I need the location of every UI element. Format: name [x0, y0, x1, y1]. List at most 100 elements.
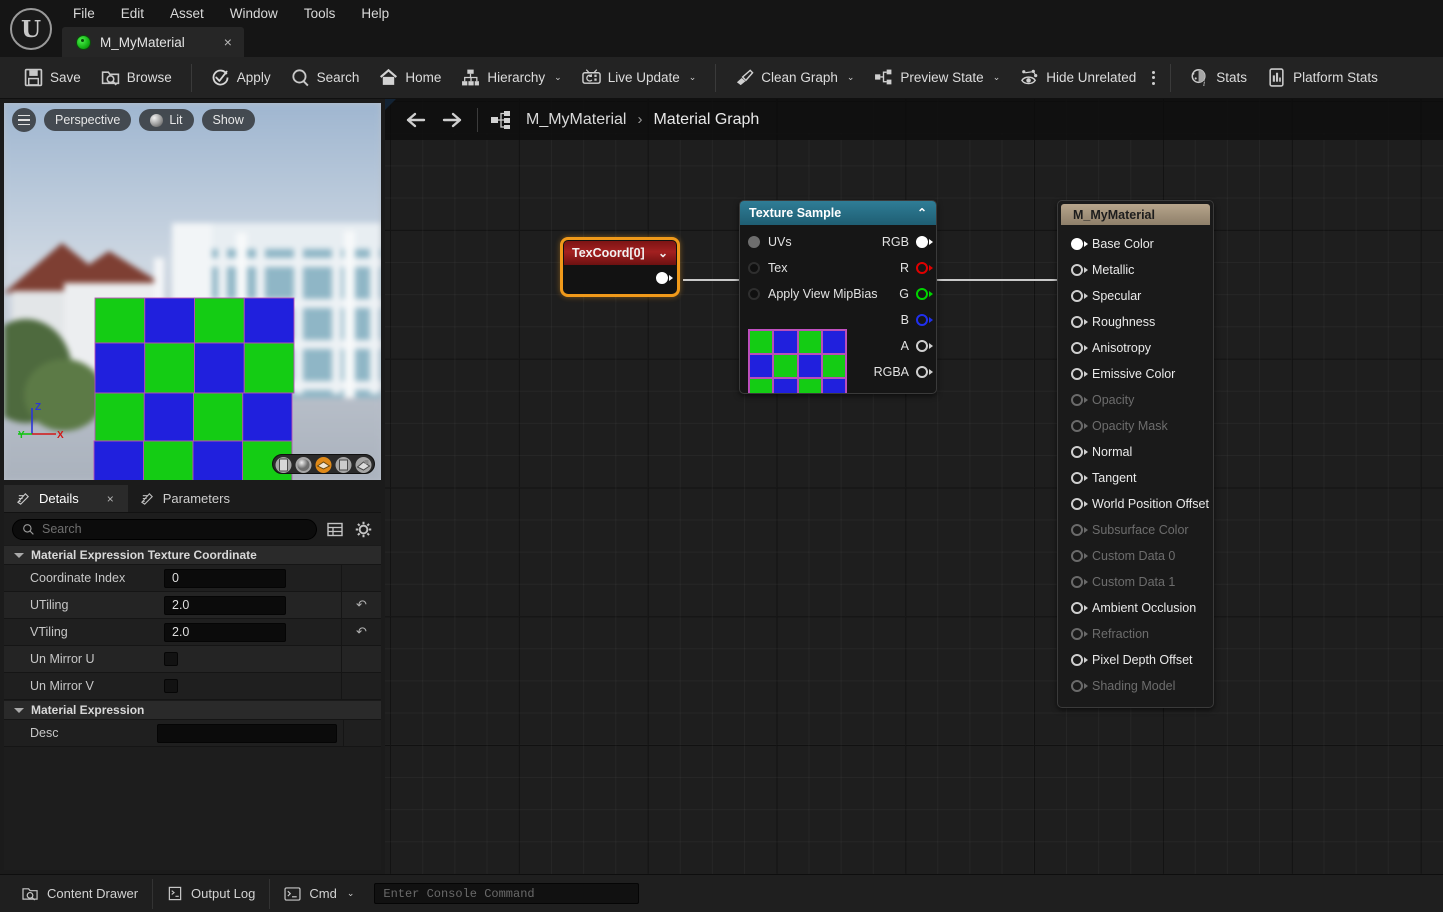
- hide-unrelated-options-button[interactable]: [1146, 70, 1161, 85]
- input-pin-apply-view-mipbias[interactable]: [748, 288, 760, 300]
- document-tab-m-mymaterial[interactable]: M_MyMaterial ×: [62, 27, 244, 57]
- output-input-pin-base-color[interactable]: [1071, 238, 1088, 250]
- toolbar-button-apply[interactable]: Apply: [201, 61, 281, 95]
- output-input-pin-opacity-mask[interactable]: [1071, 420, 1088, 432]
- chevron-down-icon[interactable]: [14, 552, 24, 558]
- output-input-pin-opacity[interactable]: [1071, 394, 1088, 406]
- toolbar-button-live-update[interactable]: Live Update ⌄: [572, 61, 707, 95]
- output-pin-rgb[interactable]: [916, 236, 933, 248]
- hamburger-icon[interactable]: [12, 108, 36, 132]
- reset-to-default-button[interactable]: ↶: [341, 619, 381, 645]
- output-pin-a[interactable]: [916, 340, 933, 352]
- property-checkbox[interactable]: [164, 652, 178, 666]
- tab-parameters[interactable]: Parameters: [128, 485, 244, 512]
- toolbar-button-hierarchy[interactable]: Hierarchy ⌄: [451, 61, 571, 95]
- node-texcoord[interactable]: TexCoord[0] ⌄: [560, 237, 680, 297]
- input-pin-uvs[interactable]: [748, 236, 760, 248]
- chevron-down-icon[interactable]: ⌄: [847, 72, 855, 83]
- output-input-pin-subsurface-color[interactable]: [1071, 524, 1088, 536]
- tab-details[interactable]: Details ×: [4, 485, 128, 512]
- uv-output-pin[interactable]: [656, 272, 673, 284]
- toolbar-button-save[interactable]: Save: [14, 61, 91, 95]
- preview-shape-sphere[interactable]: [294, 456, 313, 474]
- chevron-down-icon[interactable]: [14, 707, 24, 713]
- output-pin-rgba[interactable]: [916, 366, 933, 378]
- node-material-output-header[interactable]: M_MyMaterial: [1061, 204, 1210, 225]
- toolbar-button-stats[interactable]: i Stats: [1180, 61, 1257, 95]
- material-graph-canvas[interactable]: TexCoord[0] ⌄ Texture Sample ⌃ UVs RGB Tex…: [385, 99, 1443, 874]
- output-input-pin-emissive-color[interactable]: [1071, 368, 1088, 380]
- toolbar-button-clean-graph[interactable]: Clean Graph ⌄: [725, 61, 864, 95]
- property-text-input[interactable]: 2.0: [164, 622, 286, 642]
- menu-item-tools[interactable]: Tools: [291, 1, 349, 27]
- output-pin-r[interactable]: [916, 262, 933, 274]
- navigate-back-button[interactable]: [399, 106, 433, 134]
- menu-item-window[interactable]: Window: [217, 1, 291, 27]
- breadcrumb-graph[interactable]: Material Graph: [653, 111, 759, 129]
- details-category-header[interactable]: Material Expression: [4, 700, 381, 720]
- preview-shape-custom-mesh[interactable]: [354, 456, 373, 474]
- toolbar-button-home[interactable]: Home: [369, 61, 451, 95]
- output-pin-b[interactable]: [916, 314, 933, 326]
- viewport-perspective-button[interactable]: Perspective: [44, 109, 132, 131]
- output-log-button[interactable]: Output Log: [153, 879, 269, 909]
- node-texture-sample[interactable]: Texture Sample ⌃ UVs RGB Tex R Apply View Mi…: [739, 200, 937, 394]
- close-icon[interactable]: ×: [224, 34, 232, 50]
- preview-shape-selector[interactable]: [272, 454, 375, 474]
- toolbar-button-hide-unrelated[interactable]: Hide Unrelated: [1010, 61, 1146, 95]
- preview-shape-cube[interactable]: [334, 456, 353, 474]
- property-text-input[interactable]: 2.0: [164, 595, 286, 615]
- material-preview-viewport[interactable]: Perspective Lit Show Z X Y: [4, 103, 381, 480]
- output-input-pin-normal[interactable]: [1071, 446, 1088, 458]
- output-input-pin-specular[interactable]: [1071, 290, 1088, 302]
- output-input-pin-metallic[interactable]: [1071, 264, 1088, 276]
- navigate-forward-button[interactable]: [435, 106, 469, 134]
- output-input-pin-custom-data-1[interactable]: [1071, 576, 1088, 588]
- output-input-pin-ambient-occlusion[interactable]: [1071, 602, 1088, 614]
- menu-item-asset[interactable]: Asset: [157, 1, 217, 27]
- preview-shape-plane[interactable]: [314, 456, 333, 474]
- node-texcoord-header[interactable]: TexCoord[0] ⌄: [564, 241, 676, 265]
- chevron-down-icon[interactable]: ⌄: [689, 72, 697, 83]
- table-view-icon[interactable]: [325, 519, 345, 539]
- property-checkbox[interactable]: [164, 679, 178, 693]
- viewport-viewmode-button[interactable]: Lit: [139, 109, 194, 131]
- content-drawer-button[interactable]: Content Drawer: [8, 879, 152, 909]
- chevron-up-icon[interactable]: ⌃: [917, 206, 927, 220]
- menu-item-edit[interactable]: Edit: [108, 1, 157, 27]
- unreal-engine-logo-icon[interactable]: 𝐔: [10, 8, 52, 50]
- console-command-input[interactable]: Enter Console Command: [374, 883, 640, 904]
- cmd-dropdown-button[interactable]: Cmd ⌄: [270, 879, 368, 909]
- breadcrumb-material[interactable]: M_MyMaterial: [526, 111, 626, 129]
- output-input-pin-pixel-depth-offset[interactable]: [1071, 654, 1088, 666]
- close-icon[interactable]: ×: [107, 492, 114, 506]
- settings-gear-icon[interactable]: [353, 519, 373, 539]
- chevron-down-icon[interactable]: ⌄: [554, 72, 562, 83]
- output-pin-g[interactable]: [916, 288, 933, 300]
- menu-item-help[interactable]: Help: [348, 1, 402, 27]
- output-input-pin-tangent[interactable]: [1071, 472, 1088, 484]
- chevron-down-icon[interactable]: ⌄: [658, 246, 668, 260]
- viewport-show-button[interactable]: Show: [201, 109, 255, 131]
- toolbar-button-search[interactable]: Search: [281, 61, 370, 95]
- output-input-pin-custom-data-0[interactable]: [1071, 550, 1088, 562]
- output-input-pin-shading-model[interactable]: [1071, 680, 1088, 692]
- chevron-down-icon[interactable]: ⌄: [993, 72, 1001, 83]
- output-input-pin-world-position-offset[interactable]: [1071, 498, 1088, 510]
- details-category-header[interactable]: Material Expression Texture Coordinate: [4, 545, 381, 565]
- toolbar-button-platform-stats[interactable]: Platform Stats: [1257, 61, 1388, 95]
- toolbar-button-browse[interactable]: Browse: [91, 61, 182, 95]
- property-text-input[interactable]: 0: [164, 568, 286, 588]
- node-material-output[interactable]: M_MyMaterial Base Color Metallic Specular R…: [1057, 200, 1214, 708]
- property-text-input[interactable]: [157, 723, 338, 743]
- details-search-input[interactable]: Search: [12, 518, 317, 540]
- input-pin-tex[interactable]: [748, 262, 760, 274]
- reset-to-default-button[interactable]: ↶: [341, 592, 381, 618]
- output-input-pin-refraction[interactable]: [1071, 628, 1088, 640]
- toolbar-button-preview-state[interactable]: Preview State ⌄: [864, 61, 1010, 95]
- preview-shape-cylinder[interactable]: [274, 456, 293, 474]
- node-texture-sample-header[interactable]: Texture Sample ⌃: [740, 201, 936, 225]
- output-input-pin-roughness[interactable]: [1071, 316, 1088, 328]
- output-input-pin-anisotropy[interactable]: [1071, 342, 1088, 354]
- menu-item-file[interactable]: File: [60, 1, 108, 27]
